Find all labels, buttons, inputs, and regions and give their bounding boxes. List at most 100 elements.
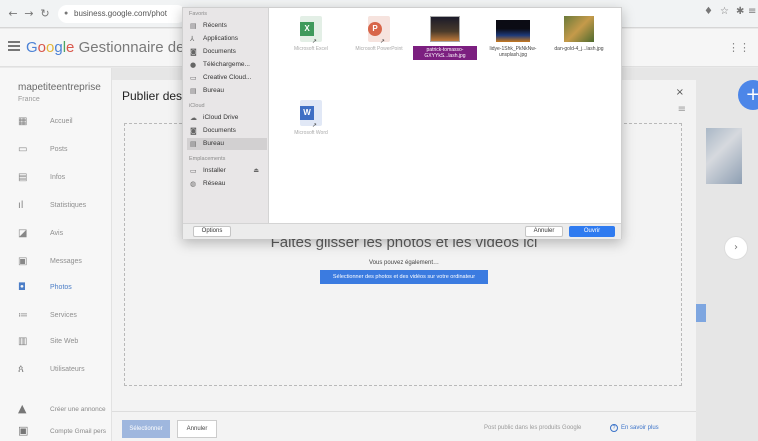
desktop-icon: ▤ xyxy=(190,140,197,148)
filter-icon[interactable]: ≡ xyxy=(678,104,686,115)
sidebar-reseau[interactable]: ◍ Réseau xyxy=(187,178,267,190)
select-files-button[interactable]: Sélectionner des photos et des vidéos su… xyxy=(320,270,488,284)
brand-letter: g xyxy=(54,39,63,56)
url-text: business.google.com/phot xyxy=(74,9,167,18)
sidebar-recents[interactable]: ▤ Récents xyxy=(187,20,267,32)
sidebar-item-utilisateurs[interactable]: ጰ Utilisateurs xyxy=(0,358,112,382)
message-icon: ▣ xyxy=(18,256,28,267)
address-bar[interactable]: ● business.google.com/phot xyxy=(58,5,186,23)
sidebar-item-label: Avis xyxy=(50,230,64,237)
file-item[interactable]: dan-gold-4_j...lash.jpg xyxy=(547,16,611,52)
sidebar-icloud-documents[interactable]: ◙ Documents xyxy=(187,125,267,137)
sidebar-row-label: Documents xyxy=(203,48,236,55)
file-item[interactable]: W ↗ Microsoft Word xyxy=(279,100,343,136)
sidebar-item-photos[interactable]: ◘ Photos xyxy=(0,276,112,300)
sidebar-item-label: Créer une annonce xyxy=(50,406,106,413)
sidebar-documents[interactable]: ◙ Documents xyxy=(187,46,267,58)
network-icon: ◍ xyxy=(190,180,197,188)
forward-icon[interactable]: → xyxy=(22,7,36,21)
cloud-icon: ☁ xyxy=(190,114,197,122)
sidebar-icloud-drive[interactable]: ☁ iCloud Drive xyxy=(187,112,267,124)
web-icon: ▥ xyxy=(18,336,28,347)
sidebar-item-infos[interactable]: ▤ Infos xyxy=(0,166,112,190)
bookmark-star-icon[interactable]: ☆ xyxy=(720,6,729,17)
next-arrow-button[interactable]: › xyxy=(724,236,748,260)
sidebar-item-avis[interactable]: ◪ Avis xyxy=(0,222,112,246)
alias-arrow-icon: ↗ xyxy=(312,38,318,45)
sidebar-item-services[interactable]: ≔ Services xyxy=(0,304,112,328)
help-icon: ? xyxy=(610,424,618,432)
photo-icon: ◘ xyxy=(18,282,26,293)
applications-icon: ⅄ xyxy=(190,35,195,43)
back-icon[interactable]: ← xyxy=(6,7,20,21)
sidebar-installer[interactable]: ▭ Installer ⏏ xyxy=(187,165,267,177)
star-icon: ◪ xyxy=(18,228,28,239)
business-country: France xyxy=(18,96,40,103)
close-icon[interactable]: × xyxy=(676,87,684,98)
sidebar: mapetiteentreprise France ▦ Accueil ▭ Po… xyxy=(0,68,112,441)
sidebar-item-label: Compte Gmail pers xyxy=(50,428,106,435)
sidebar-row-label: Téléchargeme... xyxy=(203,61,250,68)
file-picker-sidebar: Favoris ▤ Récents ⅄ Applications ◙ Document… xyxy=(183,8,269,223)
puzzle-icon[interactable]: ✱ xyxy=(736,6,744,17)
open-button[interactable]: Ouvrir xyxy=(569,226,615,237)
file-name: lidye-1Shk_PkNkNw-unsplash.jpg xyxy=(489,46,537,58)
app-title: Google Gestionnaire de fic xyxy=(26,39,204,56)
sidebar-item-accueil[interactable]: ▦ Accueil xyxy=(0,110,112,134)
menu-icon[interactable]: ≡ xyxy=(748,6,756,17)
help-link[interactable]: ? En savoir plus xyxy=(610,424,659,432)
file-picker-footer: Options Annuler Ouvrir xyxy=(183,223,621,239)
file-item[interactable]: X ↗ Microsoft Excel xyxy=(279,16,343,52)
picker-cancel-button[interactable]: Annuler xyxy=(525,226,563,237)
sidebar-applications[interactable]: ⅄ Applications xyxy=(187,33,267,45)
section-locations: Emplacements xyxy=(189,156,226,162)
sidebar-item-site-web[interactable]: ▥ Site Web xyxy=(0,330,112,354)
sidebar-item-label: Site Web xyxy=(50,338,79,345)
file-name: patrick-tomasso-GXYYkS...lash.jpg xyxy=(413,46,477,60)
file-name: dan-gold-4_j...lash.jpg xyxy=(554,46,604,52)
sidebar-creative-cloud[interactable]: ▭ Creative Cloud... xyxy=(187,72,267,84)
reload-icon[interactable]: ↻ xyxy=(38,7,52,21)
sidebar-row-label: Creative Cloud... xyxy=(203,74,252,81)
file-name: Microsoft Excel xyxy=(294,46,328,52)
sidebar-item-label: Messages xyxy=(50,258,82,265)
apps-grid-icon[interactable]: ⋮⋮ xyxy=(728,41,750,54)
photo-thumbnail xyxy=(496,20,530,42)
publish-button[interactable]: Sélectionner xyxy=(122,420,170,438)
eject-icon[interactable]: ⏏ xyxy=(253,165,259,177)
folder-icon: ▭ xyxy=(190,74,197,82)
sidebar-row-label: Bureau xyxy=(203,140,224,147)
sidebar-row-label: Installer xyxy=(203,167,226,174)
file-item-selected[interactable]: patrick-tomasso-GXYYkS...lash.jpg xyxy=(413,16,477,62)
clock-icon: ▤ xyxy=(190,22,197,30)
excel-icon: X ↗ xyxy=(300,16,322,45)
hamburger-icon[interactable] xyxy=(8,41,20,51)
post-icon: ▭ xyxy=(18,144,28,155)
file-item[interactable]: P ↗ Microsoft PowerPoint xyxy=(347,16,411,52)
help-link-label: En savoir plus xyxy=(621,425,659,431)
alias-arrow-icon: ↗ xyxy=(312,122,318,129)
sidebar-item-statistiques[interactable]: ıl Statistiques xyxy=(0,194,112,218)
sidebar-row-label: Récents xyxy=(203,22,227,29)
file-name: Microsoft Word xyxy=(294,130,328,136)
list-icon: ≔ xyxy=(18,310,28,321)
modal-cancel-button[interactable]: Annuler xyxy=(177,420,217,438)
background-photo xyxy=(706,128,742,184)
extension-icon[interactable]: ♦ xyxy=(704,6,713,17)
sidebar-icloud-bureau[interactable]: ▤ Bureau xyxy=(187,138,267,150)
word-tag: W xyxy=(300,106,314,120)
sidebar-item-label: Posts xyxy=(50,146,68,153)
sidebar-item-messages[interactable]: ▣ Messages xyxy=(0,250,112,274)
brand-letter: G xyxy=(26,39,38,56)
options-button[interactable]: Options xyxy=(193,226,231,237)
sidebar-telechargements[interactable]: ● Téléchargeme... xyxy=(187,59,267,71)
file-item[interactable]: lidye-1Shk_PkNkNw-unsplash.jpg xyxy=(481,16,545,58)
sidebar-item-posts[interactable]: ▭ Posts xyxy=(0,138,112,162)
sidebar-bureau[interactable]: ▤ Bureau xyxy=(187,85,267,97)
stats-icon: ıl xyxy=(18,200,24,211)
sidebar-item-creer-annonce[interactable]: ▲ Créer une annonce xyxy=(0,398,112,420)
mail-icon: ▣ xyxy=(18,424,29,437)
photo-thumbnail xyxy=(430,16,460,42)
modal-footer: Sélectionner Annuler Post public dans le… xyxy=(112,411,696,441)
sidebar-item-gmail[interactable]: ▣ Compte Gmail pers xyxy=(0,420,112,441)
